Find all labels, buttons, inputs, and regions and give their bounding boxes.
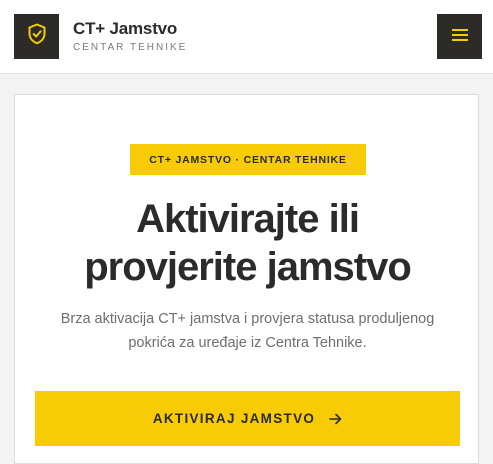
- logo[interactable]: [14, 14, 59, 59]
- brand-subtitle: CENTAR TEHNIKE: [73, 42, 188, 53]
- hero-subtitle: Brza aktivacija CT+ jamstva i provjera s…: [25, 307, 470, 355]
- cta-label: AKTIVIRAJ JAMSTVO: [152, 411, 316, 426]
- title-line-1: Aktivirajte ili: [136, 197, 360, 241]
- activate-warranty-button[interactable]: AKTIVIRAJ JAMSTVO: [35, 391, 460, 446]
- subtitle-line-2: pokrića za uređaje iz Centra Tehnike.: [128, 335, 367, 351]
- site-header: CT+ Jamstvo CENTAR TEHNIKE: [0, 0, 493, 74]
- shield-check-icon: [27, 23, 47, 50]
- title-line-2: provjerite jamstvo: [84, 245, 412, 289]
- brand-name: CT+ Jamstvo: [73, 19, 178, 38]
- subtitle-line-1: Brza aktivacija CT+ jamstva i provjera s…: [60, 311, 435, 327]
- hamburger-menu-icon: [451, 28, 468, 45]
- hero-card: CT+ JAMSTVO · CENTAR TEHNIKE Aktivirajte…: [14, 94, 479, 464]
- arrow-right-icon: [329, 413, 342, 425]
- hero-badge: CT+ JAMSTVO · CENTAR TEHNIKE: [130, 144, 366, 175]
- menu-button[interactable]: [437, 14, 482, 59]
- page-title: Aktivirajte ili provjerite jamstvo: [15, 195, 480, 291]
